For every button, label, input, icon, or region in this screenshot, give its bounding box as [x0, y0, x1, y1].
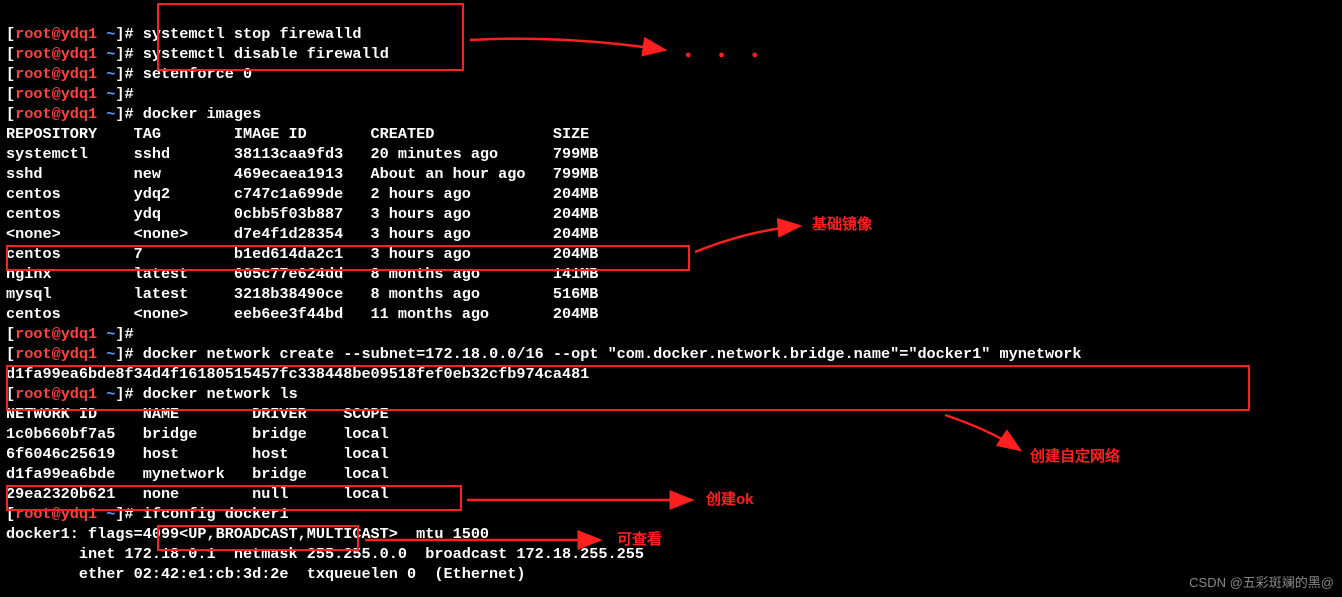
table-header: NETWORK ID NAME DRIVER SCOPE: [6, 405, 389, 423]
prompt: [root@ydq1 ~]#: [6, 345, 134, 363]
watermark-text: CSDN @五彩斑斓的黑@: [1189, 573, 1334, 593]
command-input[interactable]: setenforce 0: [143, 65, 252, 83]
command-input[interactable]: docker network create --subnet=172.18.0.…: [143, 345, 1082, 363]
annotation-can-view: 可查看: [617, 530, 662, 550]
prompt: [root@ydq1 ~]#: [6, 385, 134, 403]
command-input[interactable]: docker images: [143, 105, 261, 123]
command-input[interactable]: docker network ls: [143, 385, 298, 403]
table-row: centos 7 b1ed614da2c1 3 hours ago 204MB: [6, 245, 598, 263]
output-line: ether 02:42:e1:cb:3d:2e txqueuelen 0 (Et…: [6, 565, 526, 583]
table-row: centos ydq 0cbb5f03b887 3 hours ago 204M…: [6, 205, 598, 223]
table-header: REPOSITORY TAG IMAGE ID CREATED SIZE: [6, 125, 589, 143]
table-row: 6f6046c25619 host host local: [6, 445, 389, 463]
command-input[interactable]: systemctl stop firewalld: [143, 25, 362, 43]
table-row: d1fa99ea6bde mynetwork bridge local: [6, 465, 389, 483]
table-row: mysql latest 3218b38490ce 8 months ago 5…: [6, 285, 598, 303]
arrow-icon: [940, 410, 1030, 460]
annotation-base-image: 基础镜像: [812, 215, 872, 235]
ellipsis-icon: ● ● ●: [685, 46, 768, 66]
table-row: 29ea2320b621 none null local: [6, 485, 389, 503]
command-input[interactable]: ifconfig docker1: [143, 505, 289, 523]
command-input[interactable]: systemctl disable firewalld: [143, 45, 389, 63]
table-row: centos ydq2 c747c1a699de 2 hours ago 204…: [6, 185, 598, 203]
arrow-icon: [465, 30, 675, 60]
output-line: d1fa99ea6bde8f34d4f16180515457fc338448be…: [6, 365, 589, 383]
table-row: systemctl sshd 38113caa9fd3 20 minutes a…: [6, 145, 598, 163]
table-row: nginx latest 605c77e624dd 8 months ago 1…: [6, 265, 598, 283]
arrow-icon: [360, 530, 610, 550]
prompt: [root@ydq1 ~]#: [6, 45, 134, 63]
arrow-icon: [690, 220, 810, 260]
table-row: centos <none> eeb6ee3f44bd 11 months ago…: [6, 305, 598, 323]
table-row: sshd new 469ecaea1913 About an hour ago …: [6, 165, 598, 183]
prompt: [root@ydq1 ~]#: [6, 65, 134, 83]
prompt: [root@ydq1 ~]#: [6, 325, 134, 343]
annotation-create-custom-net: 创建自定网络: [1030, 447, 1120, 467]
table-row: <none> <none> d7e4f1d28354 3 hours ago 2…: [6, 225, 598, 243]
table-row: 1c0b660bf7a5 bridge bridge local: [6, 425, 389, 443]
annotation-create-ok: 创建ok: [706, 490, 754, 510]
prompt: [root@ydq1 ~]#: [6, 105, 134, 123]
prompt: [root@ydq1 ~]#: [6, 25, 134, 43]
prompt: [root@ydq1 ~]#: [6, 505, 134, 523]
arrow-icon: [462, 490, 702, 510]
prompt: [root@ydq1 ~]#: [6, 85, 134, 103]
